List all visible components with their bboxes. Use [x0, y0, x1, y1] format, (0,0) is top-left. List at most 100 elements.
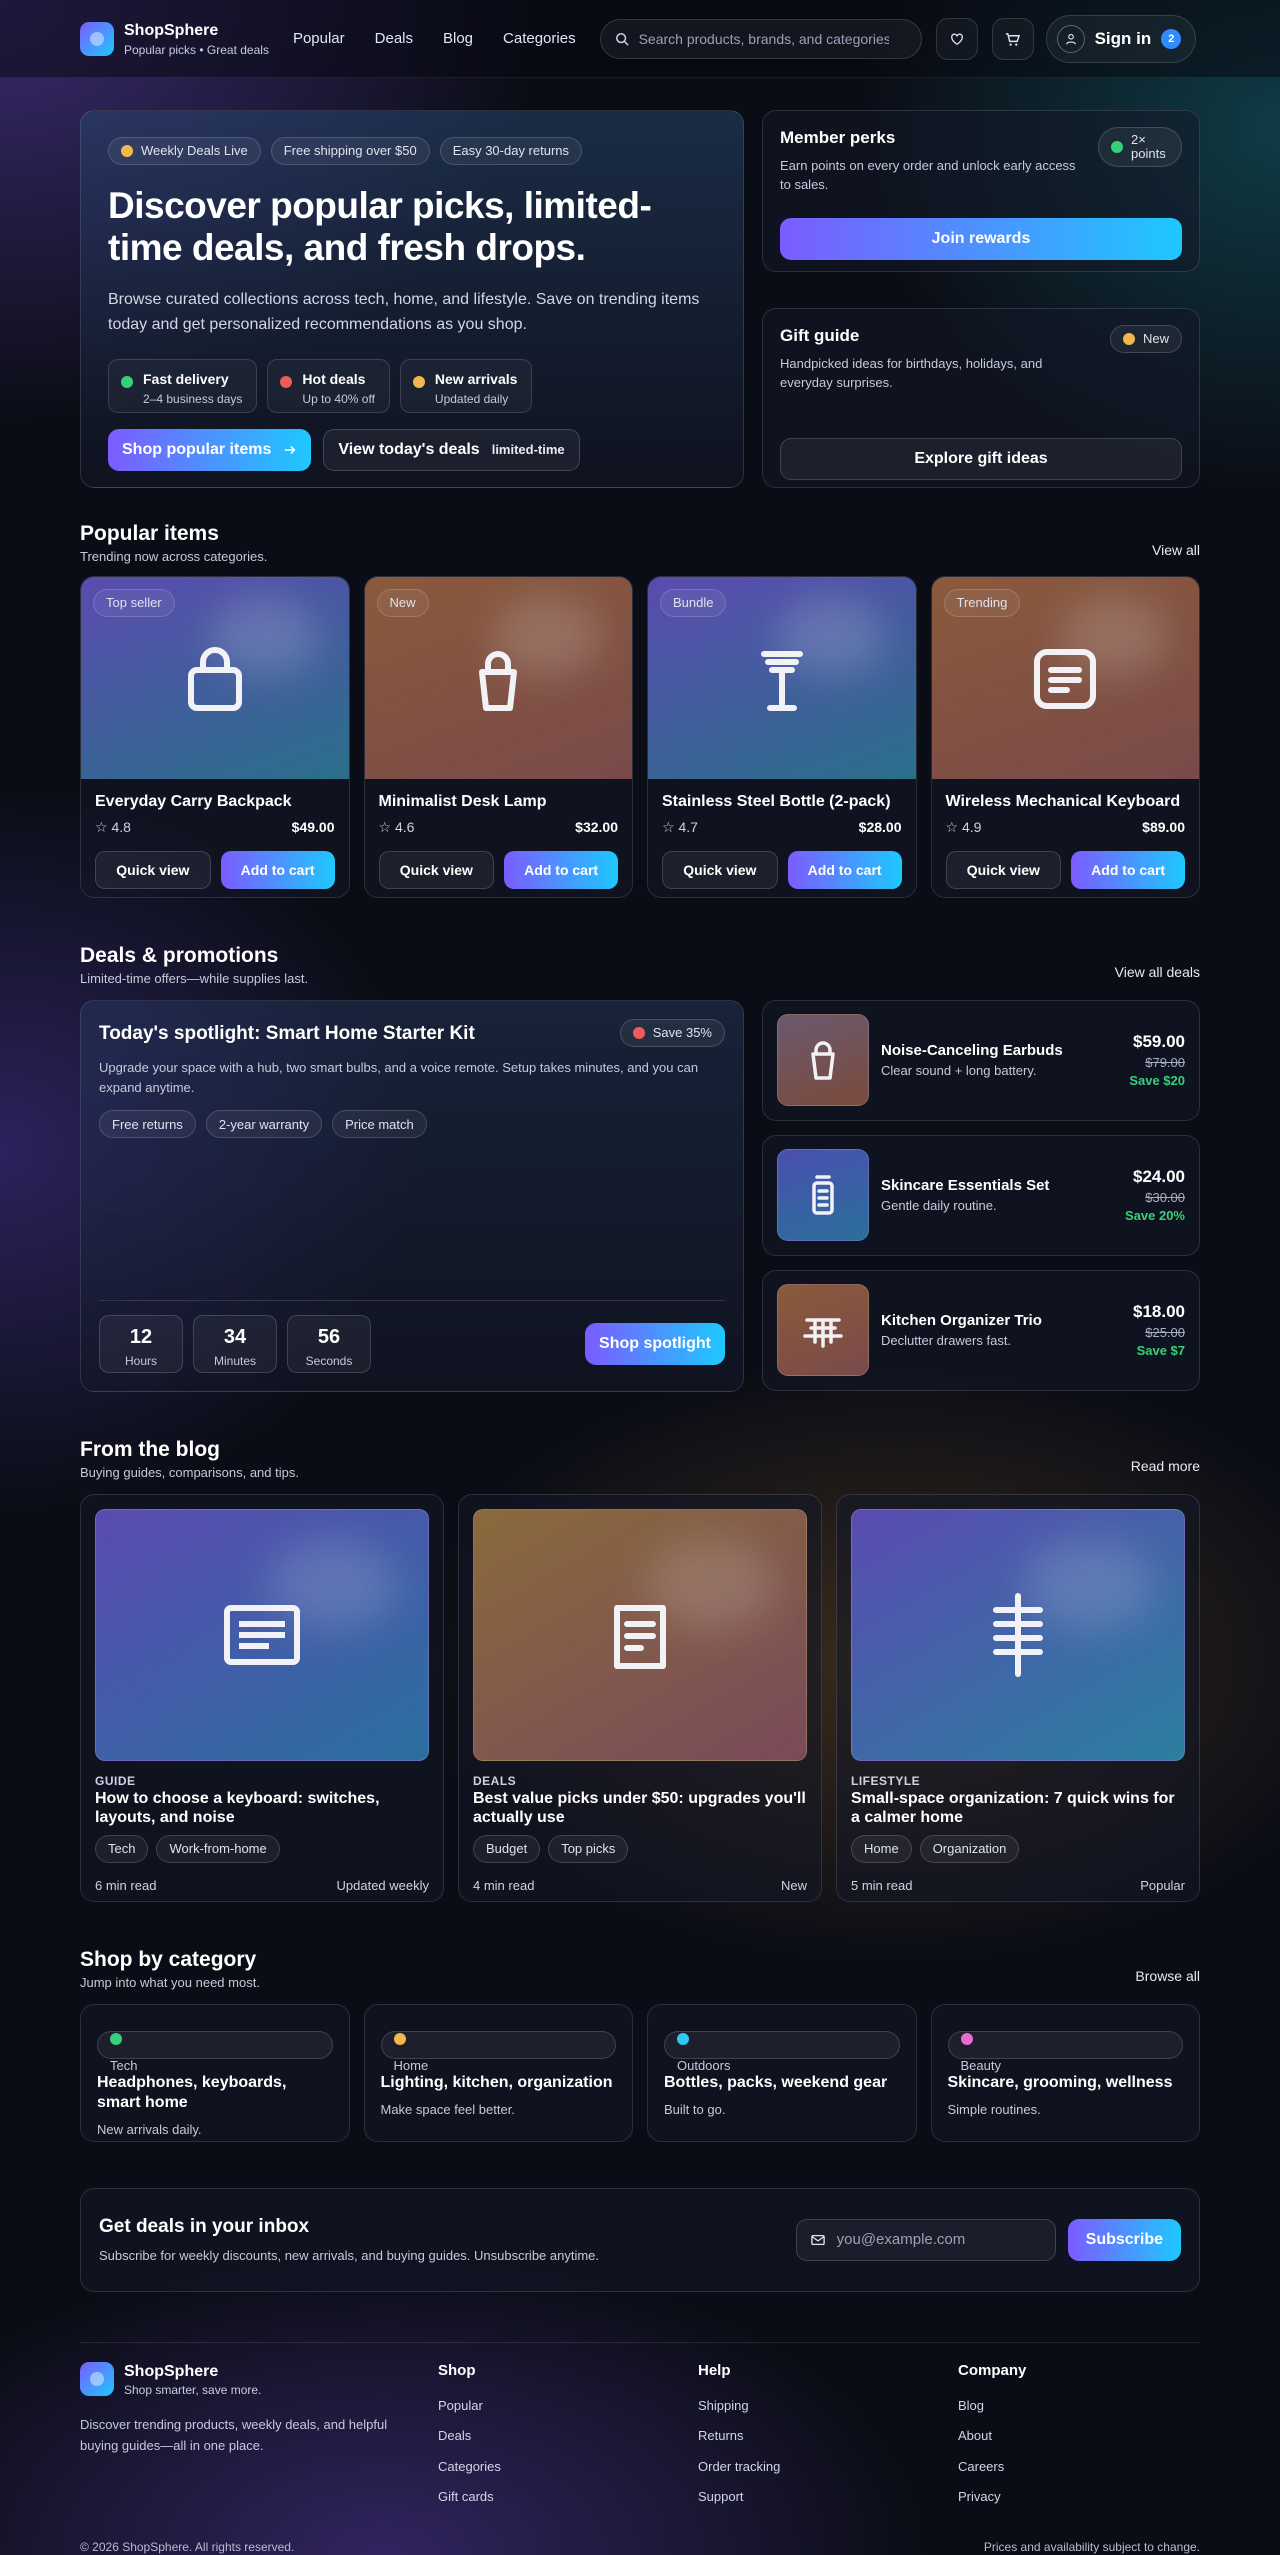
explore-gifts-button[interactable]: Explore gift ideas	[780, 437, 1182, 480]
product-name[interactable]: Minimalist Desk Lamp	[379, 791, 619, 813]
blog-tag[interactable]: Top picks	[548, 1834, 629, 1863]
product-card[interactable]: Bundle Stainless Steel Bottle (2-pack) ☆…	[647, 575, 917, 898]
footer-link[interactable]: Gift cards	[438, 2488, 698, 2506]
save-badge: Save 35%	[619, 1018, 725, 1047]
category-card-beauty[interactable]: Beauty Skincare, grooming, wellness Simple…	[930, 2003, 1200, 2142]
search-input[interactable]	[638, 31, 889, 47]
deal-name[interactable]: Kitchen Organizer Trio	[881, 1311, 1121, 1331]
blog-card[interactable]: DEALS Best value picks under $50: upgrad…	[458, 1493, 822, 1902]
footer-link[interactable]: Popular	[438, 2397, 698, 2415]
email-field[interactable]	[836, 2231, 1037, 2249]
view-deals-button[interactable]: View today's deals limited-time	[323, 429, 580, 471]
footer-logo[interactable]: ShopSphere Shop smarter, save more.	[80, 2361, 414, 2399]
product-image[interactable]: Trending	[931, 576, 1199, 779]
footer-link[interactable]: Returns	[698, 2427, 958, 2445]
nav-deals[interactable]: Deals	[375, 29, 413, 49]
add-to-cart-button[interactable]: Add to cart	[504, 851, 618, 890]
category-card-outdoors[interactable]: Outdoors Bottles, packs, weekend gear Buil…	[647, 2003, 917, 2142]
footer-link[interactable]: Order tracking	[698, 2458, 958, 2476]
shop-spotlight-button[interactable]: Shop spotlight	[585, 1322, 725, 1365]
view-all-deals-link[interactable]: View all deals	[1115, 963, 1200, 982]
cart-button[interactable]	[991, 18, 1034, 60]
product-card[interactable]: Top seller Everyday Carry Backpack ☆ 4.8…	[80, 575, 350, 898]
blog-tag[interactable]: Tech	[95, 1834, 149, 1863]
footer-link[interactable]: Deals	[438, 2427, 698, 2445]
deal-item[interactable]: Noise-Canceling Earbuds Clear sound + lon…	[762, 999, 1200, 1121]
add-to-cart-button[interactable]: Add to cart	[220, 851, 335, 890]
signin-label: Sign in	[1094, 28, 1152, 48]
category-card-home[interactable]: Home Lighting, kitchen, organization Make …	[363, 2003, 633, 2142]
gift-text: Handpicked ideas for birthdays, holidays…	[780, 355, 1043, 390]
footer-link[interactable]: Blog	[958, 2397, 1198, 2415]
nav-categories[interactable]: Categories	[503, 29, 576, 49]
brand-name: ShopSphere	[124, 22, 219, 40]
read-time: 4 min read	[473, 1877, 535, 1893]
product-image[interactable]: Top seller	[81, 576, 349, 779]
quick-view-button[interactable]: Quick view	[378, 851, 495, 890]
blog-card[interactable]: LIFESTYLE Small-space organization: 7 qu…	[836, 1493, 1200, 1902]
add-to-cart-button[interactable]: Add to cart	[787, 851, 902, 890]
shop-popular-button[interactable]: Shop popular items	[108, 429, 312, 471]
returns-pill: Easy 30-day returns	[439, 137, 583, 165]
subscribe-button[interactable]: Subscribe	[1067, 2218, 1181, 2261]
deal-price: $24.00	[1133, 1166, 1185, 1186]
blog-title[interactable]: Best value picks under $50: upgrades you…	[473, 1789, 807, 1827]
category-sub: New arrivals daily.	[97, 2121, 202, 2137]
quick-view-button[interactable]: Quick view	[945, 851, 1062, 890]
product-image[interactable]: New	[364, 576, 632, 779]
quick-view-button[interactable]: Quick view	[662, 851, 778, 890]
blog-category: LIFESTYLE	[851, 1773, 921, 1788]
read-more-link[interactable]: Read more	[1131, 1457, 1200, 1476]
product-name[interactable]: Wireless Mechanical Keyboard	[946, 791, 1186, 813]
deal-item[interactable]: Skincare Essentials Set Gentle daily rout…	[762, 1134, 1200, 1256]
view-all-link[interactable]: View all	[1152, 541, 1200, 560]
footer-link[interactable]: Support	[698, 2488, 958, 2506]
product-card[interactable]: Trending Wireless Mechanical Keyboard ☆ …	[930, 575, 1200, 898]
blog-image[interactable]	[95, 1508, 429, 1761]
wishlist-button[interactable]	[935, 18, 978, 60]
add-to-cart-button[interactable]: Add to cart	[1071, 851, 1185, 890]
deal-name[interactable]: Noise-Canceling Earbuds	[881, 1041, 1117, 1061]
blog-tag[interactable]: Organization	[919, 1834, 1020, 1863]
join-rewards-button[interactable]: Join rewards	[780, 217, 1182, 260]
footer-link[interactable]: Categories	[438, 2458, 698, 2476]
brand-logo[interactable]: ShopSphere Popular picks • Great deals	[80, 20, 269, 58]
blog-tag[interactable]: Home	[851, 1834, 912, 1863]
blog-tag[interactable]: Work-from-home	[156, 1834, 280, 1863]
browse-all-link[interactable]: Browse all	[1135, 1967, 1200, 1986]
countdown-minutes: 34 Minutes	[193, 1314, 277, 1373]
feature-new-arrivals: New arrivals Updated daily	[399, 359, 533, 413]
nav-blog[interactable]: Blog	[443, 29, 473, 49]
nav-popular[interactable]: Popular	[293, 29, 345, 49]
deal-item[interactable]: Kitchen Organizer Trio Declutter drawers …	[762, 1269, 1200, 1391]
user-icon	[1056, 25, 1085, 53]
green-dot-icon	[121, 376, 133, 388]
footer-link[interactable]: Shipping	[698, 2397, 958, 2415]
earbuds-icon	[811, 1041, 835, 1081]
yellow-dot-icon	[393, 2032, 406, 2045]
read-time: 5 min read	[851, 1877, 913, 1893]
product-name[interactable]: Stainless Steel Bottle (2-pack)	[662, 791, 902, 813]
blog-grid: GUIDE How to choose a keyboard: switches…	[80, 1493, 1200, 1902]
blog-title[interactable]: How to choose a keyboard: switches, layo…	[95, 1789, 429, 1827]
footer-link[interactable]: Privacy	[958, 2488, 1198, 2506]
footer-link[interactable]: Careers	[958, 2458, 1198, 2476]
quick-view-button[interactable]: Quick view	[95, 851, 211, 890]
product-image[interactable]: Bundle	[648, 576, 916, 779]
product-card[interactable]: New Minimalist Desk Lamp ☆ 4.6 $32.00 Qui…	[363, 575, 633, 898]
deal-image[interactable]	[777, 1149, 869, 1242]
blog-card[interactable]: GUIDE How to choose a keyboard: switches…	[80, 1493, 444, 1902]
product-name[interactable]: Everyday Carry Backpack	[95, 791, 335, 813]
category-card-tech[interactable]: Tech Headphones, keyboards, smart home New…	[80, 2003, 350, 2142]
blog-title[interactable]: Small-space organization: 7 quick wins f…	[851, 1789, 1185, 1827]
blog-image[interactable]	[473, 1508, 807, 1761]
product-rating: ☆ 4.7	[662, 819, 698, 836]
deal-name[interactable]: Skincare Essentials Set	[881, 1176, 1113, 1196]
deal-image[interactable]	[777, 1284, 869, 1377]
footer-link[interactable]: About	[958, 2427, 1198, 2445]
blog-tag[interactable]: Budget	[473, 1834, 541, 1863]
deal-image[interactable]	[777, 1014, 869, 1107]
signin-button[interactable]: Sign in 2	[1045, 15, 1197, 63]
blog-image[interactable]	[851, 1508, 1185, 1761]
yellow-dot-icon	[412, 376, 425, 388]
